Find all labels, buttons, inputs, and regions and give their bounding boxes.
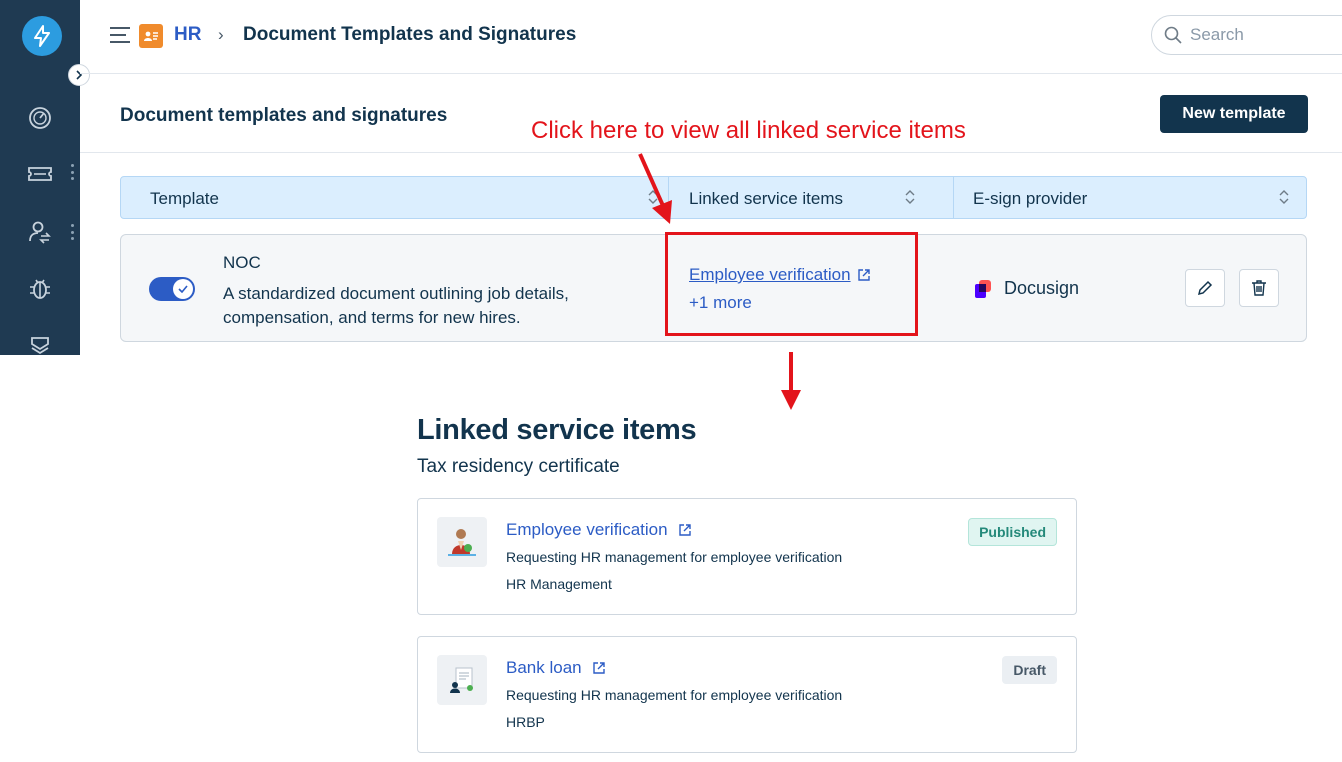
down-arrow-icon bbox=[781, 352, 801, 410]
service-item-card: Bank loan Requesting HR management for e… bbox=[417, 636, 1077, 753]
linked-items-title: Linked service items bbox=[417, 414, 697, 446]
annotation-arrow-icon bbox=[638, 153, 672, 224]
status-badge: Published bbox=[968, 518, 1057, 546]
service-item-link[interactable]: Employee verification bbox=[506, 520, 692, 540]
trash-icon bbox=[1252, 280, 1266, 296]
top-bar: HR › Document Templates and Signatures S… bbox=[80, 0, 1342, 74]
linked-items-subtitle: Tax residency certificate bbox=[417, 456, 620, 477]
service-item-category: HR Management bbox=[506, 576, 612, 592]
dashboard-icon[interactable] bbox=[26, 104, 54, 132]
service-item-title: Employee verification bbox=[506, 520, 668, 539]
user-switch-icon[interactable] bbox=[26, 218, 54, 246]
external-link-icon bbox=[592, 662, 605, 674]
delete-button[interactable] bbox=[1239, 269, 1279, 307]
search-icon bbox=[1164, 26, 1182, 44]
template-name: NOC bbox=[223, 253, 261, 272]
breadcrumb-separator: › bbox=[218, 25, 224, 44]
page-title: Document templates and signatures bbox=[120, 105, 448, 126]
tickets-more-icon[interactable] bbox=[70, 164, 74, 180]
template-description: A standardized document outlining job de… bbox=[223, 284, 569, 327]
employee-verification-icon bbox=[437, 517, 487, 567]
service-item-description: Requesting HR management for employee ve… bbox=[506, 687, 843, 703]
sort-esign-icon[interactable] bbox=[1279, 189, 1289, 205]
annotation-text: Click here to view all linked service it… bbox=[531, 117, 966, 144]
docusign-logo-icon bbox=[975, 279, 991, 298]
table-header: Template Linked service items E-sign pro… bbox=[120, 176, 1307, 219]
bank-loan-icon bbox=[437, 655, 487, 705]
users-more-icon[interactable] bbox=[70, 224, 74, 240]
service-item-link[interactable]: Bank loan bbox=[506, 658, 606, 678]
edit-button[interactable] bbox=[1185, 269, 1225, 307]
bug-icon[interactable] bbox=[26, 274, 54, 302]
search-placeholder: Search bbox=[1190, 25, 1244, 44]
annotation-highlight-box bbox=[665, 232, 918, 336]
tickets-icon[interactable] bbox=[26, 160, 54, 188]
pencil-icon bbox=[1197, 280, 1213, 296]
column-header-template[interactable]: Template bbox=[150, 189, 219, 209]
template-enabled-toggle[interactable] bbox=[149, 277, 195, 301]
column-header-linked-items[interactable]: Linked service items bbox=[689, 189, 843, 209]
service-item-description: Requesting HR management for employee ve… bbox=[506, 549, 843, 565]
column-header-esign-provider[interactable]: E-sign provider bbox=[973, 189, 1087, 209]
external-link-icon bbox=[678, 524, 691, 536]
app-logo-icon[interactable] bbox=[22, 16, 62, 56]
search-input[interactable]: Search bbox=[1151, 15, 1342, 55]
service-item-title: Bank loan bbox=[506, 658, 582, 677]
sort-linked-items-icon[interactable] bbox=[905, 189, 915, 205]
esign-provider: Docusign bbox=[974, 278, 1079, 299]
page: HR › Document Templates and Signatures S… bbox=[0, 0, 1342, 762]
status-badge: Draft bbox=[1002, 656, 1057, 684]
hr-module-icon bbox=[139, 24, 163, 48]
changes-icon[interactable] bbox=[26, 332, 54, 355]
provider-name: Docusign bbox=[1004, 278, 1080, 298]
check-icon bbox=[173, 279, 193, 299]
column-divider bbox=[953, 177, 954, 218]
breadcrumb-current: Document Templates and Signatures bbox=[243, 24, 577, 45]
sidebar bbox=[0, 0, 90, 355]
service-item-category: HRBP bbox=[506, 714, 545, 730]
menu-icon[interactable] bbox=[110, 27, 130, 43]
service-item-card: Employee verification Requesting HR mana… bbox=[417, 498, 1077, 615]
new-template-button[interactable]: New template bbox=[1160, 95, 1308, 133]
breadcrumb-hr-link[interactable]: HR bbox=[174, 24, 201, 46]
